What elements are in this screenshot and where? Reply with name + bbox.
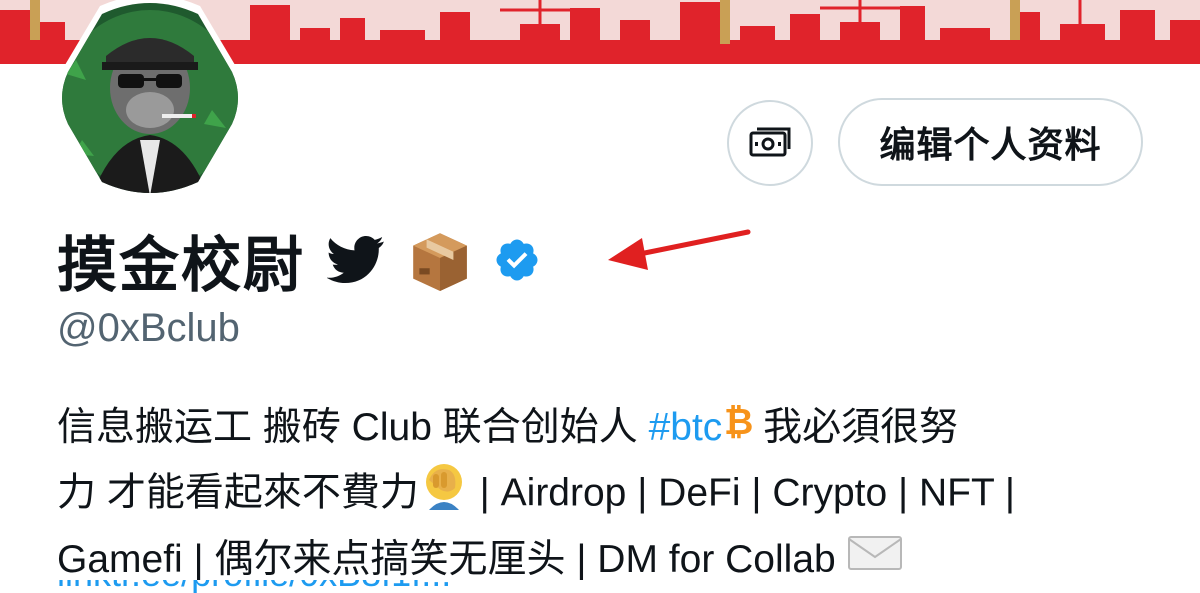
bio-text: 信息搬运工 搬砖 Club 联合创始人 bbox=[57, 406, 649, 449]
bio-text: 我必須很努 bbox=[752, 406, 959, 449]
annotation-arrow bbox=[600, 220, 760, 285]
profile-avatar[interactable] bbox=[52, 0, 248, 196]
hashtag-link[interactable]: #btc bbox=[649, 406, 723, 449]
svg-text:₿: ₿ bbox=[724, 402, 752, 442]
package-icon bbox=[407, 227, 473, 293]
edit-profile-button[interactable]: 编辑个人资料 bbox=[838, 98, 1143, 186]
face-palm-emoji-icon bbox=[419, 460, 469, 530]
bio-link[interactable]: linktr.ee/profile/0xB8f1f... bbox=[57, 580, 617, 593]
bitcoin-icon: ₿ bbox=[722, 400, 753, 460]
verified-badge-icon[interactable] bbox=[493, 236, 541, 284]
tip-money-icon bbox=[749, 125, 791, 162]
twitter-bird-icon bbox=[327, 236, 385, 284]
tip-button[interactable] bbox=[727, 100, 813, 186]
bio-text: Gamefi | 偶尔来点搞笑无厘头 | DM for Collab bbox=[57, 537, 847, 581]
bio-text: | Airdrop | DeFi | Crypto | NFT | bbox=[468, 471, 1016, 514]
bio-text: 力 才能看起來不費力 bbox=[57, 471, 419, 514]
profile-bio: 信息搬运工 搬砖 Club 联合创始人 #btc ₿ 我必須很努 力 才能看起來不… bbox=[57, 398, 1167, 591]
envelope-icon bbox=[847, 531, 903, 591]
profile-handle: @0xBclub bbox=[57, 306, 240, 350]
display-name: 摸金校尉 bbox=[57, 231, 305, 299]
profile-name-row: 摸金校尉 bbox=[57, 220, 541, 300]
